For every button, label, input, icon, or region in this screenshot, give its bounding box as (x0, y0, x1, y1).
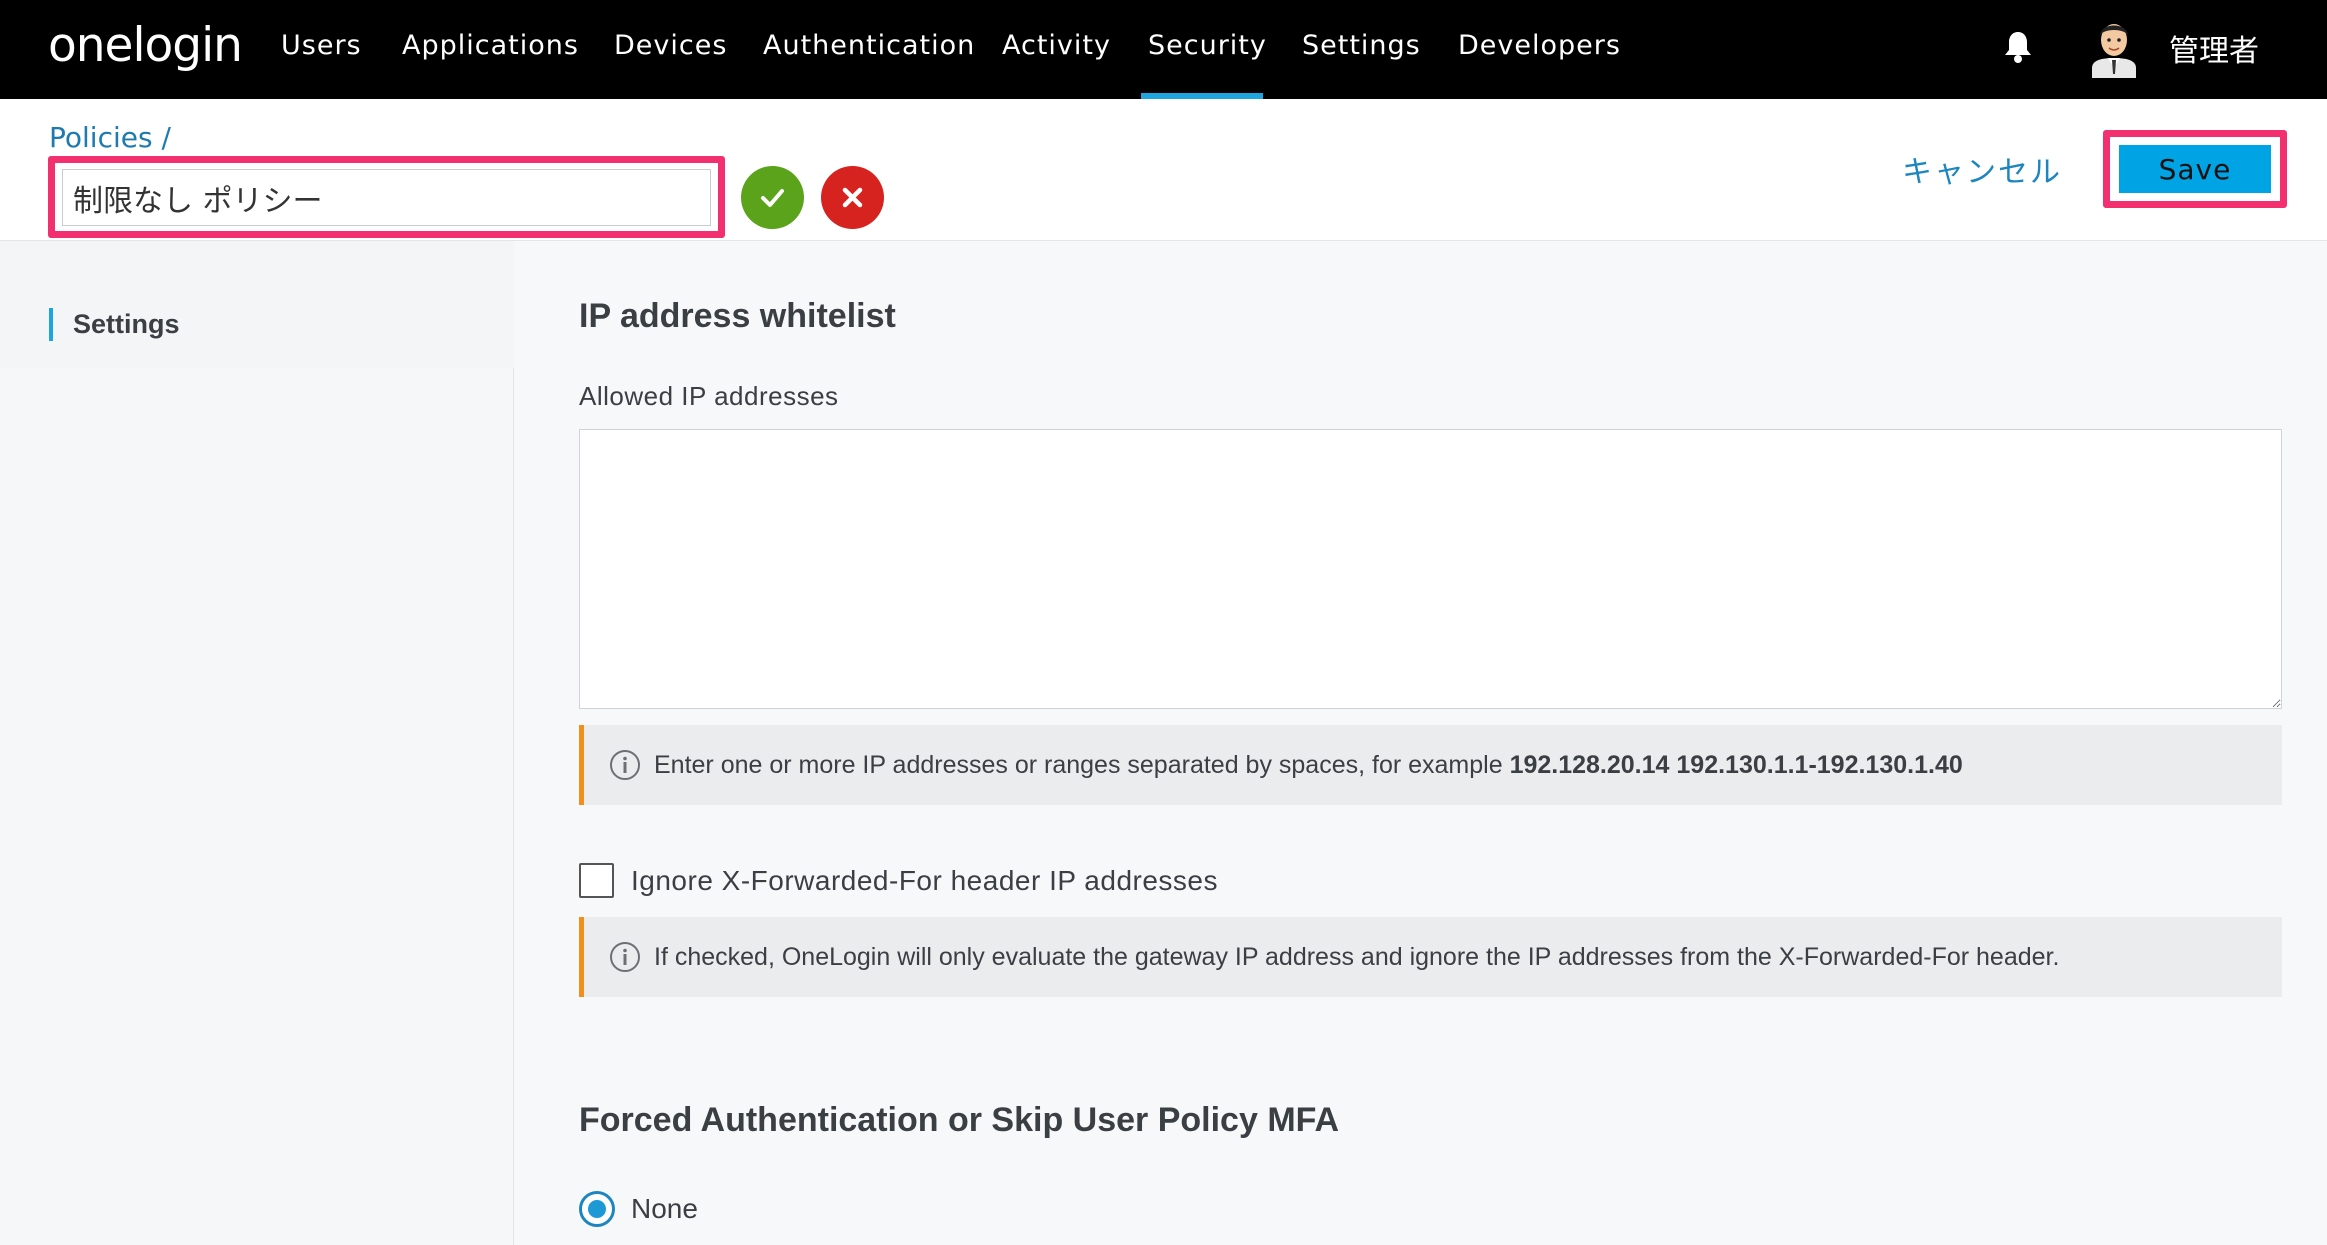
info-icon (610, 750, 640, 780)
nav-users[interactable]: Users (281, 30, 362, 61)
user-name[interactable]: 管理者 (2169, 26, 2259, 70)
nav-activity[interactable]: Activity (1002, 30, 1111, 61)
sidebar-item-settings[interactable]: Settings (49, 308, 180, 341)
radio-none[interactable] (579, 1191, 615, 1227)
nav-applications[interactable]: Applications (402, 30, 579, 61)
breadcrumb-policies[interactable]: Policies / (49, 121, 171, 154)
bell-icon[interactable] (2003, 30, 2033, 64)
check-icon (761, 189, 784, 207)
ip-hint: Enter one or more IP addresses or ranges… (579, 725, 2282, 805)
policy-name-highlight (48, 156, 725, 238)
save-highlight: Save (2103, 130, 2287, 208)
avatar[interactable] (2088, 16, 2140, 78)
allowed-ip-textarea[interactable] (579, 429, 2282, 709)
nav-security[interactable]: Security (1148, 30, 1267, 61)
ip-whitelist-title: IP address whitelist (579, 297, 896, 335)
nav-authentication[interactable]: Authentication (763, 30, 975, 61)
confirm-name-button[interactable] (741, 166, 804, 229)
policy-header: Policies / キャンセル Save (0, 99, 2327, 241)
policy-name-input[interactable] (62, 169, 711, 226)
nav-settings[interactable]: Settings (1302, 30, 1421, 61)
xff-hint: If checked, OneLogin will only evaluate … (579, 917, 2282, 997)
onelogin-logo[interactable]: onelogin (48, 18, 243, 73)
save-button[interactable]: Save (2119, 145, 2271, 193)
close-icon (842, 187, 863, 208)
policy-settings-main: IP address whitelist Allowed IP addresse… (515, 241, 2327, 1245)
radio-none-label[interactable]: None (631, 1191, 698, 1227)
nav-developers[interactable]: Developers (1458, 30, 1621, 61)
nav-devices[interactable]: Devices (614, 30, 727, 61)
cancel-button[interactable]: キャンセル (1902, 147, 2062, 191)
forced-auth-title: Forced Authentication or Skip User Polic… (579, 1101, 1340, 1139)
allowed-ip-label: Allowed IP addresses (579, 381, 839, 411)
discard-name-button[interactable] (821, 166, 884, 229)
ignore-xff-label[interactable]: Ignore X-Forwarded-For header IP address… (631, 863, 1218, 898)
sidebar-active-area: Settings (0, 241, 514, 368)
settings-sidebar: Settings (0, 241, 514, 1245)
ignore-xff-checkbox[interactable] (579, 863, 614, 898)
top-nav: onelogin Users Applications Devices Auth… (0, 0, 2327, 99)
info-icon (610, 942, 640, 972)
xff-hint-text: If checked, OneLogin will only evaluate … (654, 943, 2060, 971)
ip-hint-text: Enter one or more IP addresses or ranges… (654, 751, 1510, 779)
ip-hint-example: 192.128.20.14 192.130.1.1-192.130.1.40 (1509, 751, 1963, 779)
